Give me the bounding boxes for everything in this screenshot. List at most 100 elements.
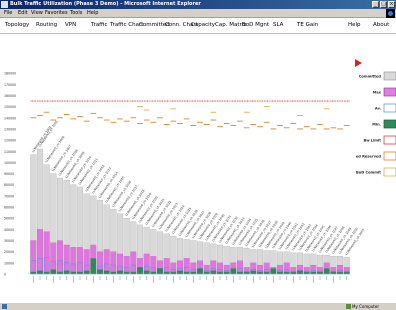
nav-vpn[interactable]: VPN — [65, 21, 76, 29]
y-tick-label: 0 — [4, 273, 6, 277]
y-tick-label: 170000 — [4, 83, 16, 87]
bottom-ticks — [33, 276, 347, 283]
max-bar — [150, 256, 157, 275]
minimize-button[interactable]: _ — [372, 1, 379, 8]
max-bar — [130, 251, 137, 275]
y-tick-label: 60000 — [4, 206, 14, 210]
min-bar — [90, 258, 97, 274]
max-bar — [63, 244, 70, 275]
min-bar — [117, 270, 123, 274]
min-bar — [323, 268, 330, 274]
legend-label: BoD Commit — [356, 171, 381, 175]
traffic-utilization-chart: 0 10000 20000 30000 40000 50000 60000 70000 8000… — [4, 59, 396, 283]
menu-tools[interactable]: Tools — [70, 9, 82, 18]
legend-label: Max — [373, 91, 382, 95]
min-bar — [63, 270, 70, 274]
menu-file[interactable]: File — [4, 9, 12, 18]
legend-label: Bw Limit — [363, 139, 381, 143]
y-tick-label: 40000 — [4, 228, 14, 232]
status-bar: My Computer — [0, 302, 396, 310]
computer-zone-icon — [346, 304, 351, 309]
security-zone: My Computer — [352, 304, 379, 309]
maximize-button[interactable]: □ — [380, 1, 387, 8]
min-bar — [343, 271, 350, 274]
legend-swatch — [383, 167, 396, 177]
min-bar — [77, 271, 83, 274]
menu-edit[interactable]: Edit — [18, 9, 28, 18]
min-bar — [250, 270, 257, 274]
y-tick-label: 120000 — [4, 139, 16, 143]
threshold-marks — [30, 100, 350, 130]
y-tick-label: 140000 — [4, 116, 16, 120]
min-bar — [30, 271, 37, 274]
legend-label: Committed — [359, 75, 382, 79]
min-bar — [57, 271, 63, 274]
min-bar — [317, 271, 323, 274]
nav-topology[interactable]: Topology — [5, 21, 29, 29]
max-bar — [123, 256, 130, 275]
legend-swatch — [383, 71, 396, 81]
min-bar — [303, 271, 310, 274]
nav-te-gain[interactable]: TE Gain — [297, 21, 318, 29]
legend-swatch — [383, 151, 396, 161]
legend: Committed Max Av. Min. Bw Limit ed Reserved Bo… — [356, 71, 396, 177]
y-tick-label: 20000 — [4, 250, 14, 254]
min-bar — [50, 269, 57, 274]
max-bar — [57, 240, 63, 275]
min-bar — [183, 271, 190, 274]
y-tick-label: 180000 — [4, 72, 16, 76]
y-tick-label: 70000 — [4, 194, 14, 198]
y-tick-label: 80000 — [4, 183, 14, 187]
min-bar — [130, 271, 137, 274]
min-bar — [197, 268, 203, 274]
y-tick-label: 150000 — [4, 105, 16, 109]
collapse-arrow-icon[interactable] — [355, 59, 362, 67]
window-title: Bulk Traffic Utilization (Phase 3 Demo) … — [10, 1, 201, 7]
legend-label: ed Reserved — [356, 155, 382, 159]
y-tick-label: 10000 — [4, 261, 14, 265]
menu-view[interactable]: View — [31, 9, 43, 18]
nav-help[interactable]: Help — [348, 21, 361, 29]
min-bar — [337, 271, 343, 274]
max-bar — [50, 242, 57, 275]
min-bar — [170, 271, 177, 274]
close-button[interactable]: × — [388, 1, 395, 8]
nav-traffic[interactable]: Traffic — [91, 21, 108, 29]
min-bar — [270, 268, 277, 274]
max-bar — [103, 249, 110, 275]
legend-swatch — [383, 119, 396, 129]
max-bar — [70, 247, 77, 275]
max-bar — [83, 249, 90, 275]
min-bar — [283, 271, 290, 274]
min-bar — [310, 271, 317, 274]
legend-swatch — [383, 135, 396, 145]
nav-about[interactable]: About — [373, 21, 389, 29]
min-bar — [177, 270, 183, 274]
y-tick-label: 160000 — [4, 94, 16, 98]
max-bar — [183, 258, 190, 275]
min-bar — [297, 270, 303, 274]
min-bar — [143, 270, 150, 274]
nav-capacity[interactable]: Capacity — [191, 21, 215, 29]
max-bar — [110, 251, 117, 275]
max-bar — [43, 231, 50, 275]
min-bar — [97, 269, 103, 274]
menu-favorites[interactable]: Favorites — [45, 9, 68, 18]
y-tick-label: 90000 — [4, 172, 14, 176]
min-bar — [163, 271, 170, 274]
y-axis: 0 10000 20000 30000 40000 50000 60000 70000 8000… — [4, 72, 16, 277]
min-bar — [137, 267, 143, 274]
legend-label: Min. — [372, 123, 381, 127]
min-bar — [103, 270, 110, 274]
nav-bod-mgnt[interactable]: BoD Mgnt — [242, 21, 269, 29]
nav-sla[interactable]: SLA — [273, 21, 283, 29]
legend-swatch — [383, 103, 396, 113]
nav-routing[interactable]: Routing — [36, 21, 57, 29]
min-bar — [237, 271, 243, 274]
page-status-icon — [2, 304, 7, 309]
min-bar — [203, 271, 210, 274]
menu-help[interactable]: Help — [87, 9, 98, 18]
max-bar — [77, 247, 83, 275]
max-bar — [30, 240, 37, 275]
max-bar — [37, 229, 43, 275]
